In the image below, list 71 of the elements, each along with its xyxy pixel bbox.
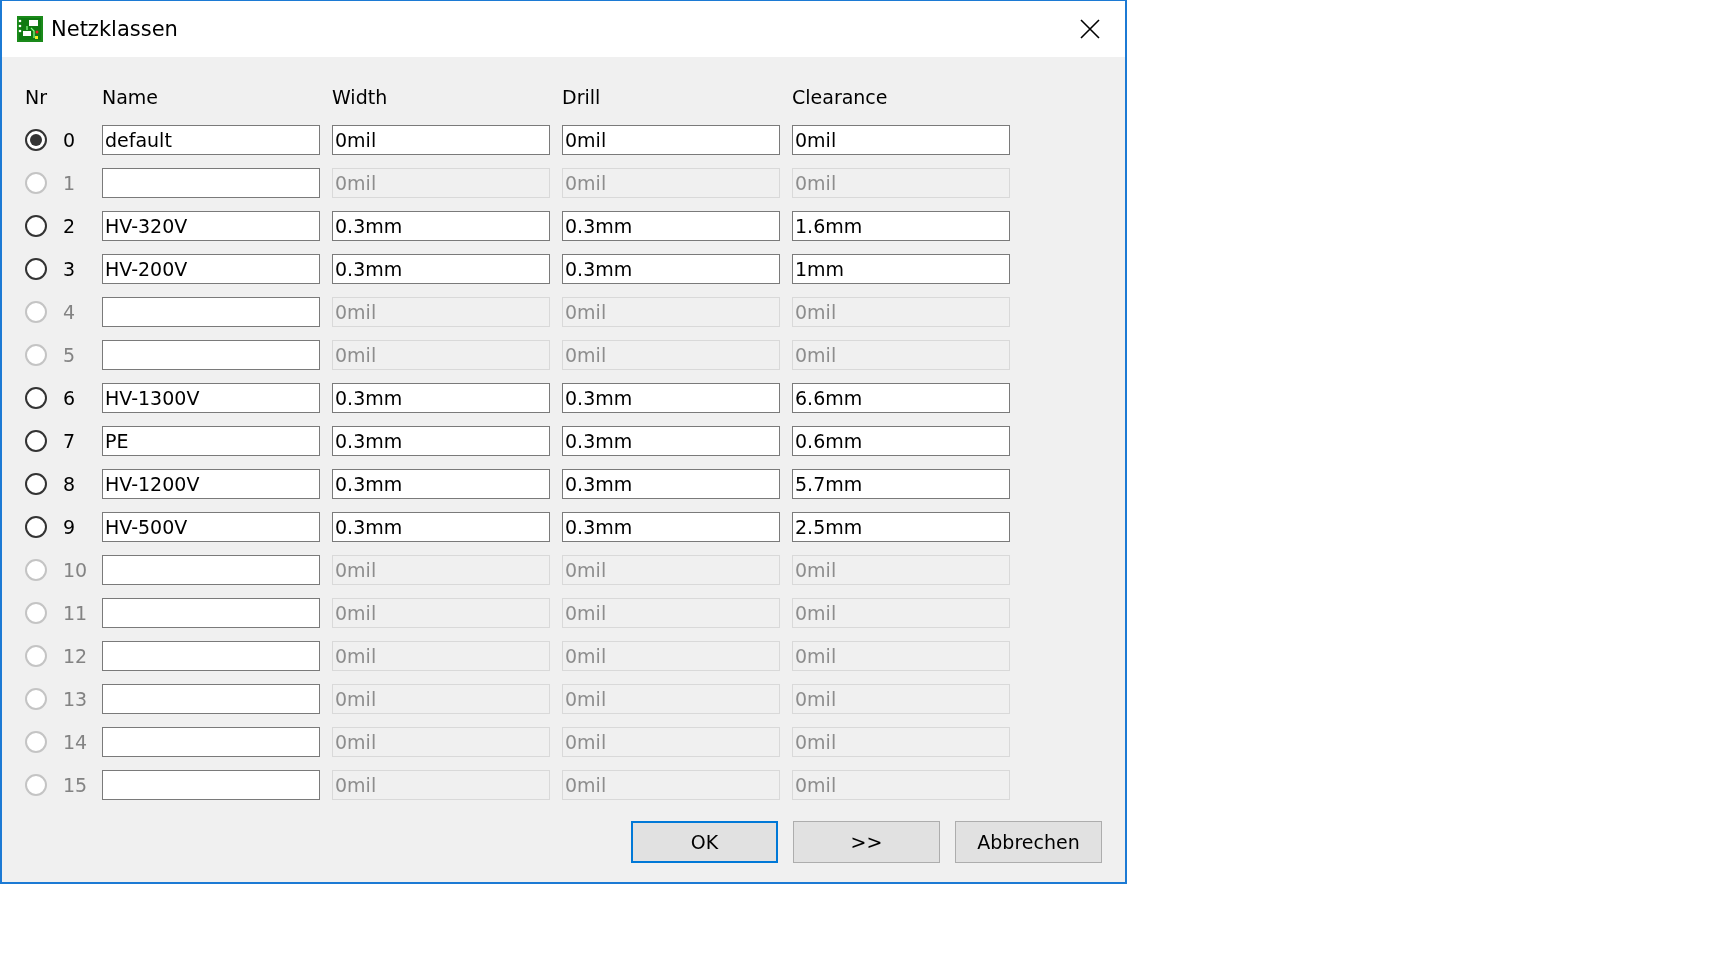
drill-field[interactable]: 0.3mm [562, 425, 780, 456]
clearance-field[interactable]: 1mm [792, 253, 1010, 284]
name-field[interactable]: HV-200V [102, 253, 320, 284]
row-number: 5 [63, 343, 77, 366]
clearance-field[interactable]: 0mil [792, 124, 1010, 155]
name-field[interactable] [102, 726, 320, 757]
name-field[interactable] [102, 640, 320, 671]
drill-field[interactable]: 0.3mm [562, 511, 780, 542]
clearance-field[interactable]: 5.7mm [792, 468, 1010, 499]
name-field[interactable] [102, 554, 320, 585]
width-field[interactable]: 0.3mm [332, 253, 550, 284]
name-field[interactable] [102, 769, 320, 800]
ok-button[interactable]: OK [631, 821, 778, 863]
name-field[interactable] [102, 597, 320, 628]
clearance-field[interactable]: 6.6mm [792, 382, 1010, 413]
row-number: 9 [63, 515, 77, 538]
row-number: 12 [63, 644, 89, 667]
column-header: Drill [562, 85, 602, 108]
drill-field[interactable]: 0.3mm [562, 210, 780, 241]
radio-button[interactable] [25, 128, 47, 151]
column-header: Name [102, 85, 160, 108]
row-number: 3 [63, 257, 77, 280]
column-header: Clearance [792, 85, 889, 108]
radio-button[interactable] [25, 257, 47, 280]
close-icon[interactable] [1079, 18, 1101, 40]
width-field[interactable]: 0mil [332, 124, 550, 155]
cancel-button[interactable]: Abbrechen [955, 821, 1102, 863]
row-number: 4 [63, 300, 77, 323]
row-number: 1 [63, 171, 77, 194]
radio-button[interactable] [25, 472, 47, 495]
row-number: 11 [63, 601, 89, 624]
name-field[interactable] [102, 683, 320, 714]
column-header: Nr [25, 85, 49, 108]
name-field[interactable] [102, 167, 320, 198]
circuit-board-icon [17, 16, 43, 42]
row-number: 10 [63, 558, 89, 581]
radio-button[interactable] [25, 386, 47, 409]
width-field[interactable]: 0.3mm [332, 210, 550, 241]
name-field[interactable] [102, 296, 320, 327]
name-field[interactable]: HV-1200V [102, 468, 320, 499]
row-number: 6 [63, 386, 77, 409]
radio-button[interactable] [25, 429, 47, 452]
radio-button[interactable] [25, 515, 47, 538]
clearance-field[interactable]: 1.6mm [792, 210, 1010, 241]
row-number: 0 [63, 128, 77, 151]
width-field[interactable]: 0.3mm [332, 382, 550, 413]
window-title: Netzklassen [51, 17, 179, 41]
drill-field[interactable]: 0mil [562, 124, 780, 155]
width-field[interactable]: 0.3mm [332, 425, 550, 456]
drill-field[interactable]: 0.3mm [562, 468, 780, 499]
name-field[interactable] [102, 339, 320, 370]
row-number: 2 [63, 214, 77, 237]
width-field[interactable]: 0.3mm [332, 511, 550, 542]
row-number: 8 [63, 472, 77, 495]
name-field[interactable]: PE [102, 425, 320, 456]
clearance-field[interactable]: 2.5mm [792, 511, 1010, 542]
drill-field[interactable]: 0.3mm [562, 382, 780, 413]
clearance-field[interactable]: 0.6mm [792, 425, 1010, 456]
width-field[interactable]: 0.3mm [332, 468, 550, 499]
name-field[interactable]: HV-1300V [102, 382, 320, 413]
row-number: 14 [63, 730, 89, 753]
radio-button[interactable] [25, 214, 47, 237]
column-header: Width [332, 85, 389, 108]
name-field[interactable]: default [102, 124, 320, 155]
name-field[interactable]: HV-320V [102, 210, 320, 241]
next-button[interactable]: >> [793, 821, 940, 863]
row-number: 15 [63, 773, 89, 796]
row-number: 7 [63, 429, 77, 452]
drill-field[interactable]: 0.3mm [562, 253, 780, 284]
name-field[interactable]: HV-500V [102, 511, 320, 542]
row-number: 13 [63, 687, 89, 710]
